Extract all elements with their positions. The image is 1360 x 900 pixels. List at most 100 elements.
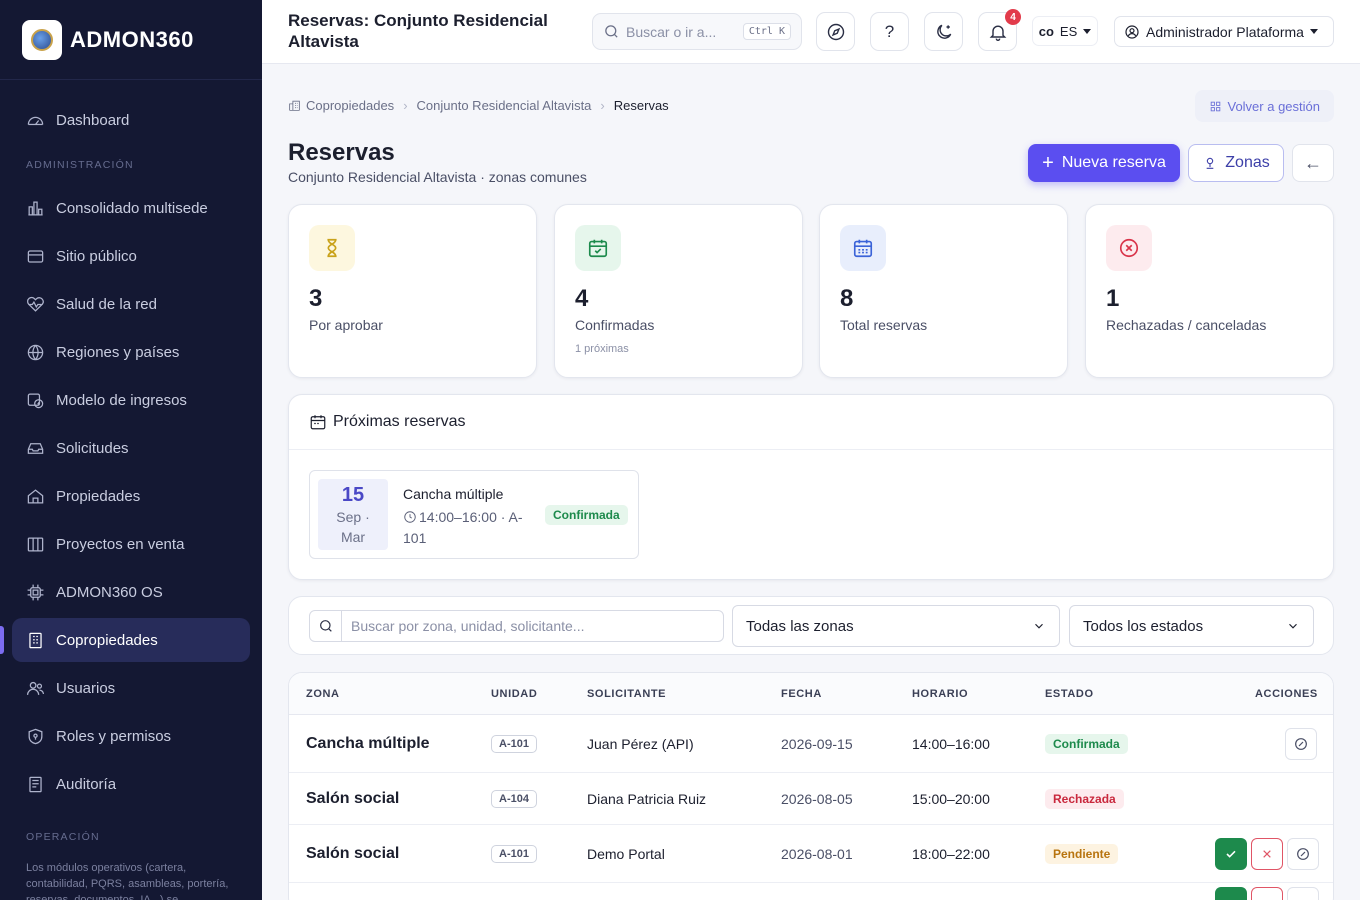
zones-filter-select[interactable]: Todas las zonas — [732, 605, 1060, 647]
pin-icon — [1206, 157, 1214, 169]
column-header[interactable]: SOLICITANTE — [587, 673, 666, 715]
brand[interactable]: ADMON360 — [0, 0, 262, 80]
caret-down-icon — [1083, 28, 1092, 34]
house-icon — [27, 488, 44, 503]
status-filter-select[interactable]: Todos los estados — [1069, 605, 1314, 647]
bell-icon — [989, 25, 1006, 41]
upcoming-date: 15 Sep · Mar — [318, 479, 388, 550]
help-button[interactable]: ? — [870, 12, 909, 51]
reject-button[interactable] — [1251, 837, 1283, 870]
table-row[interactable] — [289, 883, 1333, 900]
theme-toggle-button[interactable] — [924, 12, 963, 51]
zone-cell: Cancha múltiple — [306, 734, 430, 752]
sidebar-item-salud[interactable]: Salud de la red — [12, 282, 250, 326]
clock-icon — [404, 511, 416, 523]
column-header[interactable]: FECHA — [781, 673, 822, 715]
view-detail-button[interactable] — [1287, 837, 1319, 870]
new-reservation-button[interactable]: + Nueva reserva — [1028, 144, 1180, 182]
stat-label: Por aprobar — [309, 317, 383, 333]
breadcrumb-item[interactable]: Conjunto Residencial Altavista — [417, 98, 592, 113]
chevron-down-icon — [1035, 623, 1043, 629]
unit-cell: A-104 — [491, 773, 537, 824]
back-button[interactable]: ← — [1292, 144, 1334, 182]
zones-button[interactable]: Zonas — [1188, 144, 1284, 182]
sidebar-item-consolidado[interactable]: Consolidado multisede — [12, 186, 250, 230]
calendar-check-icon — [588, 239, 608, 258]
sidebar-item-proyectos[interactable]: Proyectos en venta — [12, 522, 250, 566]
sidebar-item-label: Roles y permisos — [56, 727, 172, 745]
breadcrumb-item[interactable]: Copropiedades — [306, 98, 394, 113]
status-badge: Confirmada — [1045, 733, 1128, 754]
breadcrumb-current: Reservas — [613, 98, 669, 113]
sidebar-item-regiones[interactable]: Regiones y países — [12, 330, 250, 374]
sidebar-item-copropiedades[interactable]: Copropiedades — [0, 618, 250, 662]
calendar-grid-icon — [853, 239, 873, 258]
pulse-icon — [27, 296, 44, 312]
sidebar-item-propiedades[interactable]: Propiedades — [12, 474, 250, 518]
requester-cell: Demo Portal — [587, 845, 665, 862]
user-menu-button[interactable]: Administrador Plataforma — [1114, 16, 1334, 47]
view-detail-button[interactable] — [1287, 887, 1319, 900]
inbox-icon — [27, 442, 44, 454]
sidebar-item-usuarios[interactable]: Usuarios — [12, 666, 250, 710]
global-search-placeholder: Buscar o ir a... — [626, 23, 717, 40]
detail-icon — [1295, 737, 1307, 750]
date-cell: 2026-08-01 — [781, 845, 853, 862]
page-title: Reservas — [288, 139, 395, 166]
zone-cell: Salón social — [306, 844, 400, 862]
sidebar-item-dashboard[interactable]: Dashboard — [12, 98, 250, 142]
sidebar-nav: Dashboard ADMINISTRACIÓN Consolidado mul… — [0, 80, 262, 854]
reject-button[interactable] — [1251, 887, 1283, 900]
sidebar-item-roles[interactable]: Roles y permisos — [12, 714, 250, 758]
sidebar-item-label: Salud de la red — [56, 295, 157, 313]
view-detail-button[interactable] — [1285, 727, 1317, 760]
stat-value: 4 — [575, 285, 589, 312]
back-to-management-button[interactable]: Volver a gestión — [1195, 90, 1334, 122]
upcoming-reservation-card[interactable]: 15 Sep · Mar Cancha múltiple 14:00–16:00… — [309, 470, 639, 559]
building-small-icon — [289, 100, 300, 111]
chart-icon — [28, 201, 43, 215]
time-cell: 15:00–20:00 — [912, 790, 990, 807]
sidebar-item-solicitudes[interactable]: Solicitudes — [12, 426, 250, 470]
search-shortcut: Ctrl K — [742, 23, 791, 40]
language-selector[interactable]: co ES — [1032, 16, 1098, 46]
sidebar-item-auditoria[interactable]: Auditoría — [12, 762, 250, 806]
sidebar-item-sitio-publico[interactable]: Sitio público — [12, 234, 250, 278]
unit-cell: A-101 — [491, 825, 537, 882]
stat-value: 3 — [309, 285, 323, 312]
explore-button[interactable] — [816, 12, 855, 51]
status-badge: Rechazada — [1045, 788, 1124, 809]
upcoming-zone: Cancha múltiple — [403, 486, 504, 502]
notifications-button[interactable]: 4 — [978, 9, 1021, 51]
compass-icon — [827, 23, 844, 40]
approve-button[interactable] — [1215, 837, 1247, 870]
approve-button[interactable] — [1215, 887, 1247, 900]
column-header[interactable]: ESTADO — [1045, 673, 1094, 715]
global-search[interactable]: Buscar o ir a... Ctrl K — [592, 13, 802, 50]
stat-label: Confirmadas — [575, 317, 655, 333]
sidebar-item-label: Proyectos en venta — [56, 535, 185, 553]
table-row[interactable]: Salón social A-101 Demo Portal 2026-08-0… — [289, 825, 1333, 883]
column-header[interactable]: HORARIO — [912, 673, 968, 715]
arrow-left-icon: ← — [1304, 152, 1322, 173]
sidebar-item-ingresos[interactable]: Modelo de ingresos — [12, 378, 250, 422]
status-cell: Rechazada — [1045, 773, 1124, 824]
stat-icon-bg — [575, 225, 621, 271]
table-row[interactable]: Salón social A-104 Diana Patricia Ruiz 2… — [289, 773, 1333, 825]
sidebar-item-label: Solicitudes — [56, 439, 129, 457]
sidebar-item-os[interactable]: ADMON360 OS — [12, 570, 250, 614]
actions-cell — [1281, 715, 1317, 772]
stat-card-pending: 3 Por aprobar — [288, 204, 537, 378]
table-row[interactable]: Cancha múltiple A-101 Juan Pérez (API) 2… — [289, 715, 1333, 773]
zones-label: Zonas — [1225, 154, 1270, 171]
column-header[interactable]: ZONA — [306, 673, 340, 715]
chip-icon — [27, 584, 44, 600]
column-header[interactable]: UNIDAD — [491, 673, 537, 715]
chevron-down-icon — [1289, 623, 1297, 629]
moon-icon — [936, 24, 951, 39]
reservation-search-input[interactable]: Buscar por zona, unidad, solicitante... — [309, 610, 724, 642]
revenue-icon — [27, 393, 44, 408]
stat-icon-bg — [1106, 225, 1152, 271]
upcoming-time: 14:00–16:00 · A-101 — [403, 507, 528, 549]
upcoming-time-text: 14:00–16:00 · A-101 — [403, 509, 523, 546]
